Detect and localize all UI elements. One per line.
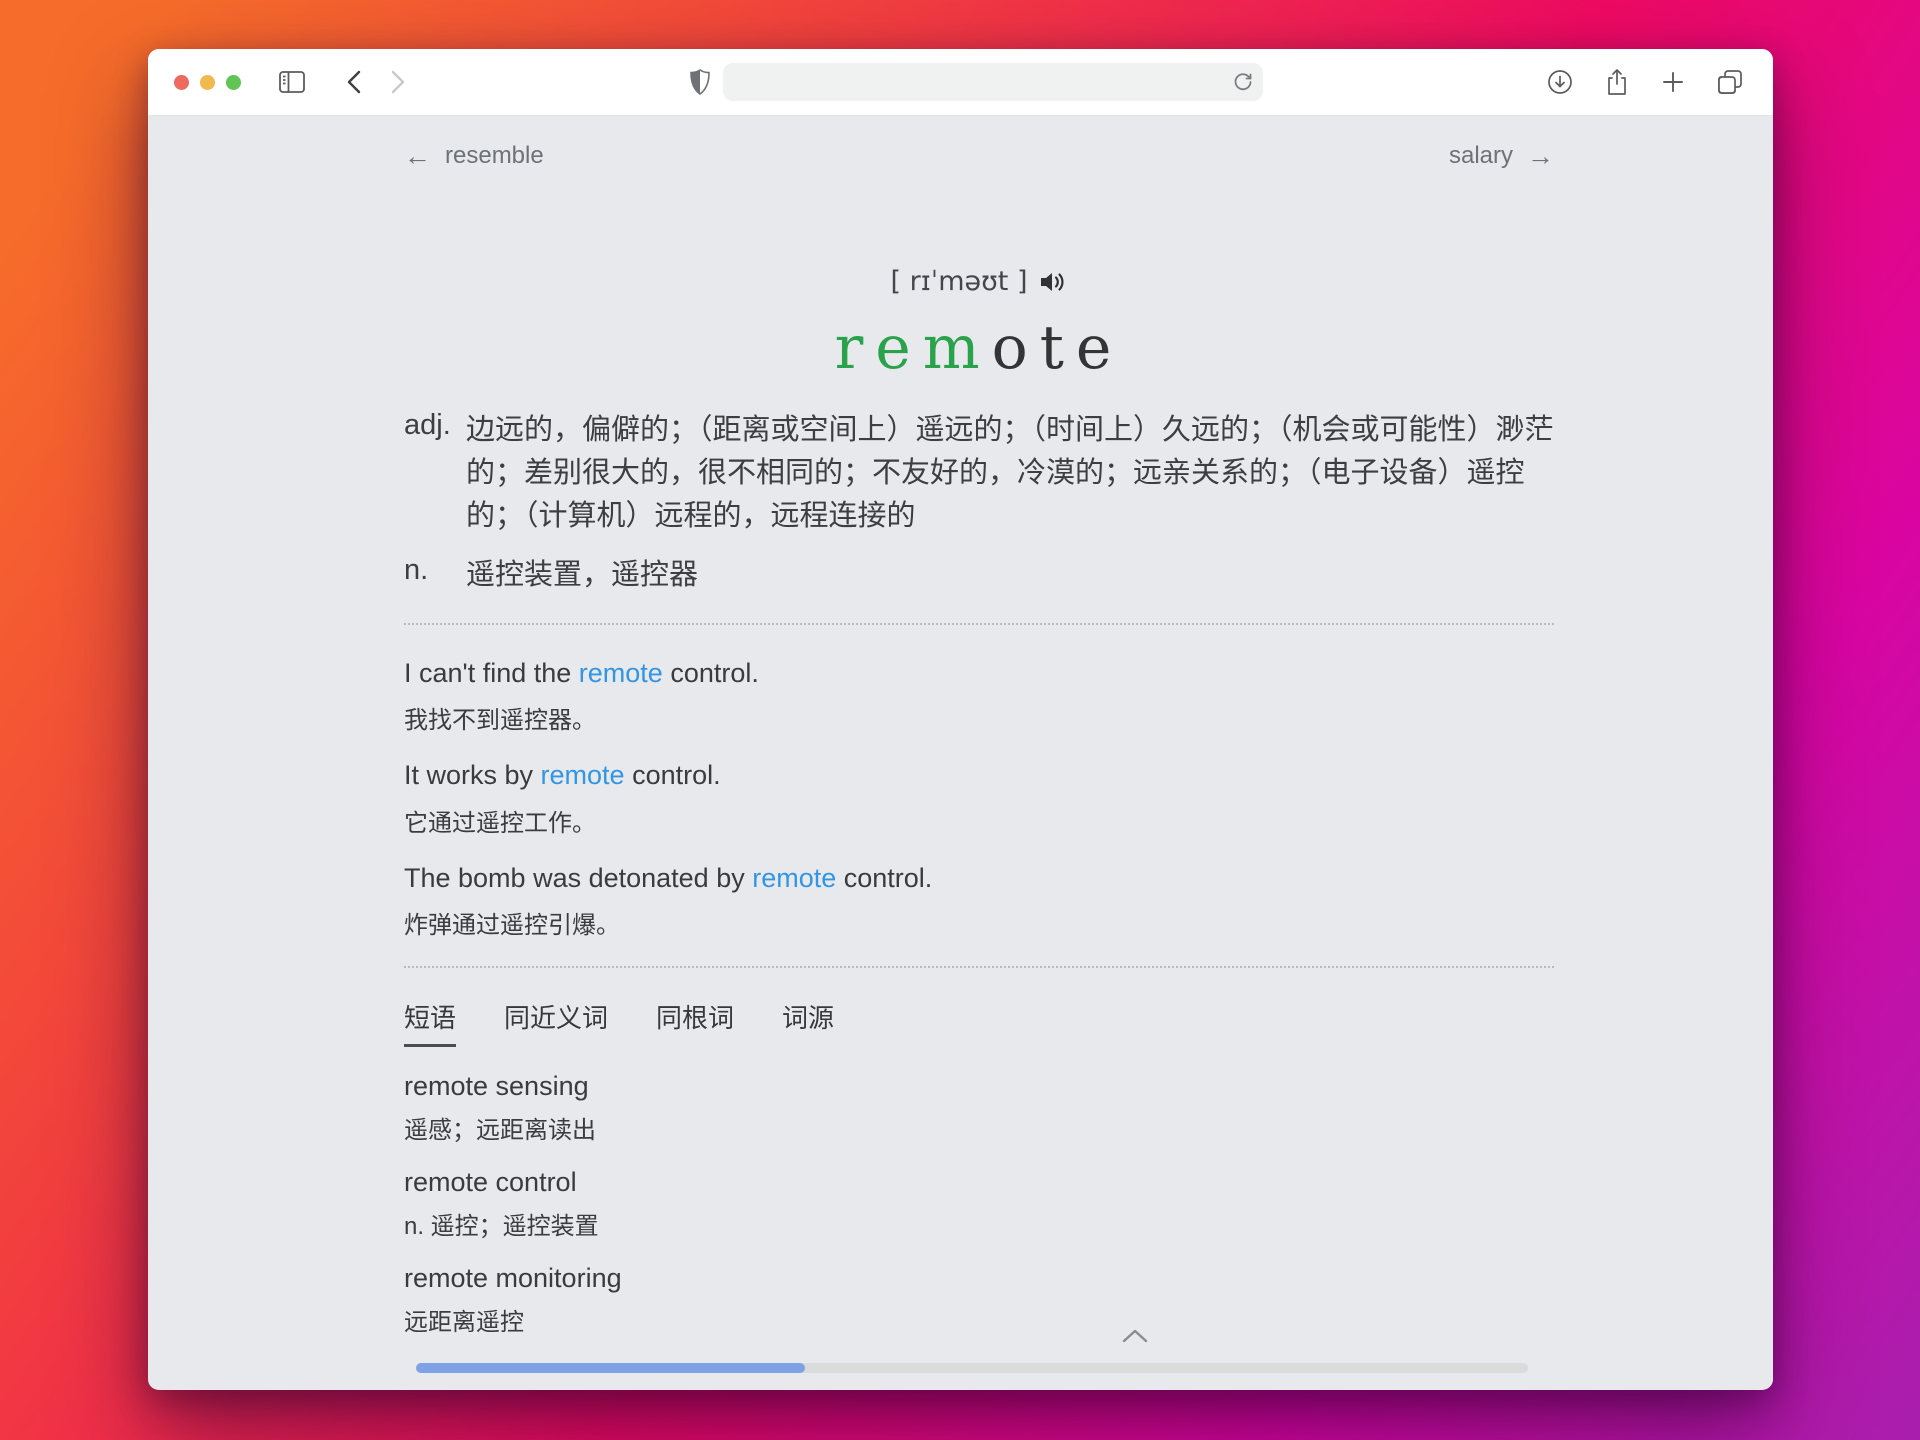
- highlighted-word-link[interactable]: remote: [541, 760, 625, 790]
- phrase-english[interactable]: remote monitoring: [404, 1263, 1554, 1294]
- pos-label: adj.: [404, 409, 451, 441]
- next-word-link[interactable]: salary →: [1449, 142, 1554, 170]
- example-chinese: 炸弹通过遥控引爆。: [404, 911, 620, 939]
- share-icon[interactable]: [1605, 68, 1629, 96]
- phrase-item: remote control n. 遥控；遥控装置: [404, 1167, 1554, 1241]
- example-chinese: 它通过遥控工作。: [404, 809, 596, 837]
- address-bar[interactable]: [722, 63, 1263, 101]
- prev-word-label: resemble: [445, 142, 544, 169]
- pos-label: n.: [404, 553, 429, 586]
- example-chinese: 我找不到遥控器。: [404, 707, 596, 735]
- next-word-label: salary: [1448, 142, 1513, 169]
- horizontal-scrollbar[interactable]: [416, 1363, 1528, 1373]
- phrase-list: remote sensing 遥感；远距离读出 remote control n…: [404, 1071, 1554, 1337]
- highlighted-word-link[interactable]: remote: [579, 658, 663, 688]
- dotted-divider: [404, 965, 1554, 968]
- tab-cognates[interactable]: 同根词: [656, 998, 734, 1047]
- word-nav: ← resemble salary →: [404, 142, 1554, 170]
- scroll-thumb[interactable]: [416, 1363, 806, 1373]
- sidebar-toggle-icon[interactable]: [279, 71, 305, 93]
- phrase-chinese: n. 遥控；遥控装置: [404, 1212, 599, 1240]
- example-item: I can't find the remote control. 我找不到遥控器…: [404, 655, 1554, 735]
- privacy-shield-icon[interactable]: [689, 69, 710, 95]
- back-icon[interactable]: [347, 70, 361, 94]
- zoom-window-button[interactable]: [226, 74, 241, 90]
- example-text: control.: [662, 657, 759, 688]
- definition-text: 边远的，偏僻的；（距离或空间上）遥远的；（时间上）久远的；（机会或可能性）渺茫的…: [466, 414, 1554, 532]
- headword: remote: [404, 313, 1554, 383]
- tab-etymology[interactable]: 词源: [782, 998, 834, 1047]
- highlighted-word-link[interactable]: remote: [752, 863, 836, 893]
- dotted-divider: [404, 622, 1554, 625]
- download-icon[interactable]: [1547, 69, 1573, 95]
- section-tabs: 短语 同近义词 同根词 词源: [404, 998, 1554, 1047]
- headword-green-part: rem: [834, 313, 992, 383]
- new-tab-icon[interactable]: [1661, 70, 1685, 94]
- definition-row: adj. 边远的，偏僻的；（距离或空间上）遥远的；（时间上）久远的；（机会或可能…: [404, 409, 1554, 538]
- minimize-window-button[interactable]: [200, 74, 215, 90]
- tab-synonyms[interactable]: 同近义词: [504, 998, 608, 1047]
- page-content: ← resemble salary → [ rɪˈməʊt ] remote a…: [148, 116, 1773, 1389]
- right-arrow-icon: →: [1527, 140, 1554, 171]
- browser-toolbar: [148, 49, 1773, 116]
- example-item: It works by remote control. 它通过遥控工作。: [404, 757, 1554, 837]
- definition-row: n. 遥控装置，遥控器: [404, 554, 1554, 597]
- example-text: It works by: [404, 760, 541, 791]
- phrase-item: remote sensing 遥感；远距离读出: [404, 1071, 1554, 1145]
- phrase-chinese: 远距离遥控: [404, 1308, 524, 1336]
- phrase-item: remote monitoring 远距离遥控: [404, 1263, 1554, 1337]
- close-window-button[interactable]: [174, 74, 189, 90]
- refresh-icon[interactable]: [1232, 71, 1254, 93]
- phrase-chinese: 遥感；远距离读出: [404, 1116, 596, 1144]
- left-arrow-icon: ←: [404, 140, 431, 171]
- example-text: I can't find the: [404, 657, 579, 688]
- phrase-english[interactable]: remote sensing: [404, 1071, 1554, 1102]
- tab-overview-icon[interactable]: [1717, 69, 1743, 95]
- example-item: The bomb was detonated by remote control…: [404, 860, 1554, 940]
- speaker-icon[interactable]: [1039, 269, 1067, 295]
- example-english: The bomb was detonated by remote control…: [404, 860, 1554, 896]
- prev-word-link[interactable]: ← resemble: [404, 142, 544, 170]
- tab-phrases[interactable]: 短语: [404, 998, 457, 1047]
- phrase-english[interactable]: remote control: [404, 1167, 1554, 1198]
- example-sentences: I can't find the remote control. 我找不到遥控器…: [404, 655, 1554, 940]
- headword-rest-part: ote: [991, 313, 1124, 383]
- forward-icon[interactable]: [391, 70, 405, 94]
- traffic-lights: [174, 74, 241, 90]
- definitions: adj. 边远的，偏僻的；（距离或空间上）遥远的；（时间上）久远的；（机会或可能…: [404, 409, 1554, 597]
- example-text: control.: [836, 862, 933, 893]
- example-text: control.: [624, 760, 721, 791]
- definition-text: 遥控装置，遥控器: [466, 558, 699, 591]
- browser-window: ← resemble salary → [ rɪˈməʊt ] remote a…: [148, 49, 1773, 1390]
- example-english: It works by remote control.: [404, 757, 1554, 793]
- phonetic-text: [ rɪˈməʊt ]: [890, 266, 1028, 297]
- chevron-up-icon[interactable]: [1121, 1329, 1149, 1343]
- example-text: The bomb was detonated by: [404, 862, 753, 893]
- example-english: I can't find the remote control.: [404, 655, 1554, 691]
